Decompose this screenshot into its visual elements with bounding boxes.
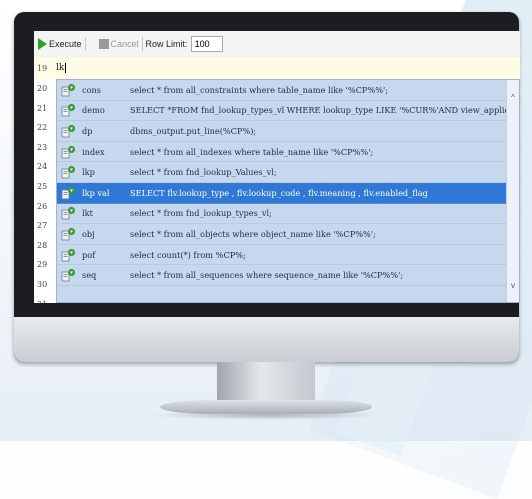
snippet-name: obj xyxy=(82,228,95,239)
stop-icon xyxy=(98,39,109,49)
snippet-sql: select count(*) from %CP%; xyxy=(130,249,246,260)
snippet-sql: select * from all_indexes where table_na… xyxy=(130,146,374,157)
snippet-sql: select * from fnd_lookup_Values_vl; xyxy=(130,167,277,178)
snippet-item[interactable]: lkt select * from fnd_lookup_types_vl; xyxy=(57,204,519,225)
snippet-icon xyxy=(61,268,76,282)
autocomplete-popup[interactable]: cons select * from all_constraints where … xyxy=(56,79,520,303)
gutter-line-number: 20 xyxy=(37,84,48,93)
cancel-button[interactable]: Cancel xyxy=(93,39,139,49)
snippet-icon xyxy=(61,206,76,220)
toolbar-separator xyxy=(84,37,86,51)
snippet-name: index xyxy=(82,146,105,157)
gutter-line-number: 24 xyxy=(37,162,48,172)
line-number-gutter: 20 21 22 23 24 25 26 27 28 29 30 31 xyxy=(34,79,56,303)
scroll-down-arrow-icon[interactable]: v xyxy=(507,280,519,292)
cancel-label: Cancel xyxy=(110,39,139,49)
snippet-icon xyxy=(61,227,76,241)
gutter-line-number: 29 xyxy=(37,260,48,270)
snippet-sql: select * from all_sequences where sequen… xyxy=(130,270,404,281)
snippet-name: lkt xyxy=(82,208,93,219)
typed-text: lk xyxy=(56,63,65,73)
snippet-item[interactable]: obj select * from all_objects where objec… xyxy=(57,224,519,245)
snippet-icon xyxy=(61,83,76,97)
gutter-line-number: 23 xyxy=(37,142,48,152)
snippet-item[interactable]: lkp val SELECT flv.lookup_type , flv.look… xyxy=(57,182,519,204)
snippet-item[interactable]: cons select * from all_constraints where … xyxy=(57,80,519,101)
snippet-sql: SELECT *FROM fnd_lookup_types_vl WHERE l… xyxy=(130,105,519,116)
snippet-icon xyxy=(61,103,76,117)
popup-scrollbar[interactable]: ^ v xyxy=(506,80,519,302)
snippet-icon xyxy=(61,124,76,138)
gutter-line-number: 21 xyxy=(37,103,48,113)
snippet-sql: select * from all_objects where object_n… xyxy=(130,228,376,239)
gutter-line-number: 30 xyxy=(37,279,48,289)
snippet-item[interactable]: pof select count(*) from %CP%; xyxy=(57,245,519,266)
snippet-icon xyxy=(61,186,76,200)
snippet-name: cons xyxy=(82,84,101,95)
snippet-name: lkp xyxy=(82,167,95,178)
snippet-name: lkp val xyxy=(82,187,110,198)
snippet-item[interactable]: dp dbms_output.put_line(%CP%); xyxy=(57,121,519,142)
screen: Execute Cancel Row Limit: 19 lk 20 21 22 23… xyxy=(34,31,520,303)
execute-label: Execute xyxy=(49,39,82,49)
snippet-name: dp xyxy=(82,125,93,136)
snippet-item[interactable]: lkp select * from fnd_lookup_Values_vl; xyxy=(57,162,519,183)
text-caret xyxy=(65,63,67,73)
gutter-line-number: 26 xyxy=(37,201,48,211)
play-icon xyxy=(38,38,47,50)
snippet-sql: select * from fnd_lookup_types_vl; xyxy=(130,208,272,219)
snippet-sql: select * from all_constraints where tabl… xyxy=(130,84,389,95)
scroll-up-arrow-icon[interactable]: ^ xyxy=(507,92,519,104)
gutter-line-number: 25 xyxy=(37,181,48,191)
monitor-bezel: Execute Cancel Row Limit: 19 lk 20 21 22 23… xyxy=(14,12,520,362)
snippet-list: cons select * from all_constraints where … xyxy=(57,80,519,286)
row-limit-input[interactable] xyxy=(190,36,223,52)
monitor-stand-neck xyxy=(217,362,315,402)
monitor-chin xyxy=(14,317,519,362)
gutter-line-number: 31 xyxy=(34,295,56,303)
line-number: 19 xyxy=(37,63,48,73)
sql-toolbar: Execute Cancel Row Limit: xyxy=(34,31,520,58)
gutter-line-number: 28 xyxy=(37,240,48,250)
snippet-name: seq xyxy=(82,270,97,281)
snippet-icon xyxy=(61,145,76,159)
snippet-item[interactable]: demo SELECT *FROM fnd_lookup_types_vl WHE… xyxy=(57,101,519,122)
snippet-icon xyxy=(61,248,76,262)
snippet-sql: dbms_output.put_line(%CP%); xyxy=(130,125,257,136)
monitor-stand-base xyxy=(160,400,372,414)
snippet-item[interactable]: index select * from all_indexes where tab… xyxy=(57,142,519,163)
gutter-line-number: 27 xyxy=(37,221,48,231)
snippet-item[interactable]: seq select * from all_sequences where seq… xyxy=(57,265,519,286)
snippet-sql: SELECT flv.lookup_type , flv.lookup_code… xyxy=(130,187,428,198)
snippet-name: pof xyxy=(82,249,96,260)
execute-button[interactable]: Execute xyxy=(38,38,82,50)
snippet-icon xyxy=(61,165,76,179)
current-editor-line[interactable]: 19 lk xyxy=(34,57,520,80)
gutter-line-number: 22 xyxy=(37,123,48,133)
row-limit-label: Row Limit: xyxy=(145,39,188,49)
snippet-name: demo xyxy=(82,105,105,116)
toolbar-separator xyxy=(141,37,143,51)
